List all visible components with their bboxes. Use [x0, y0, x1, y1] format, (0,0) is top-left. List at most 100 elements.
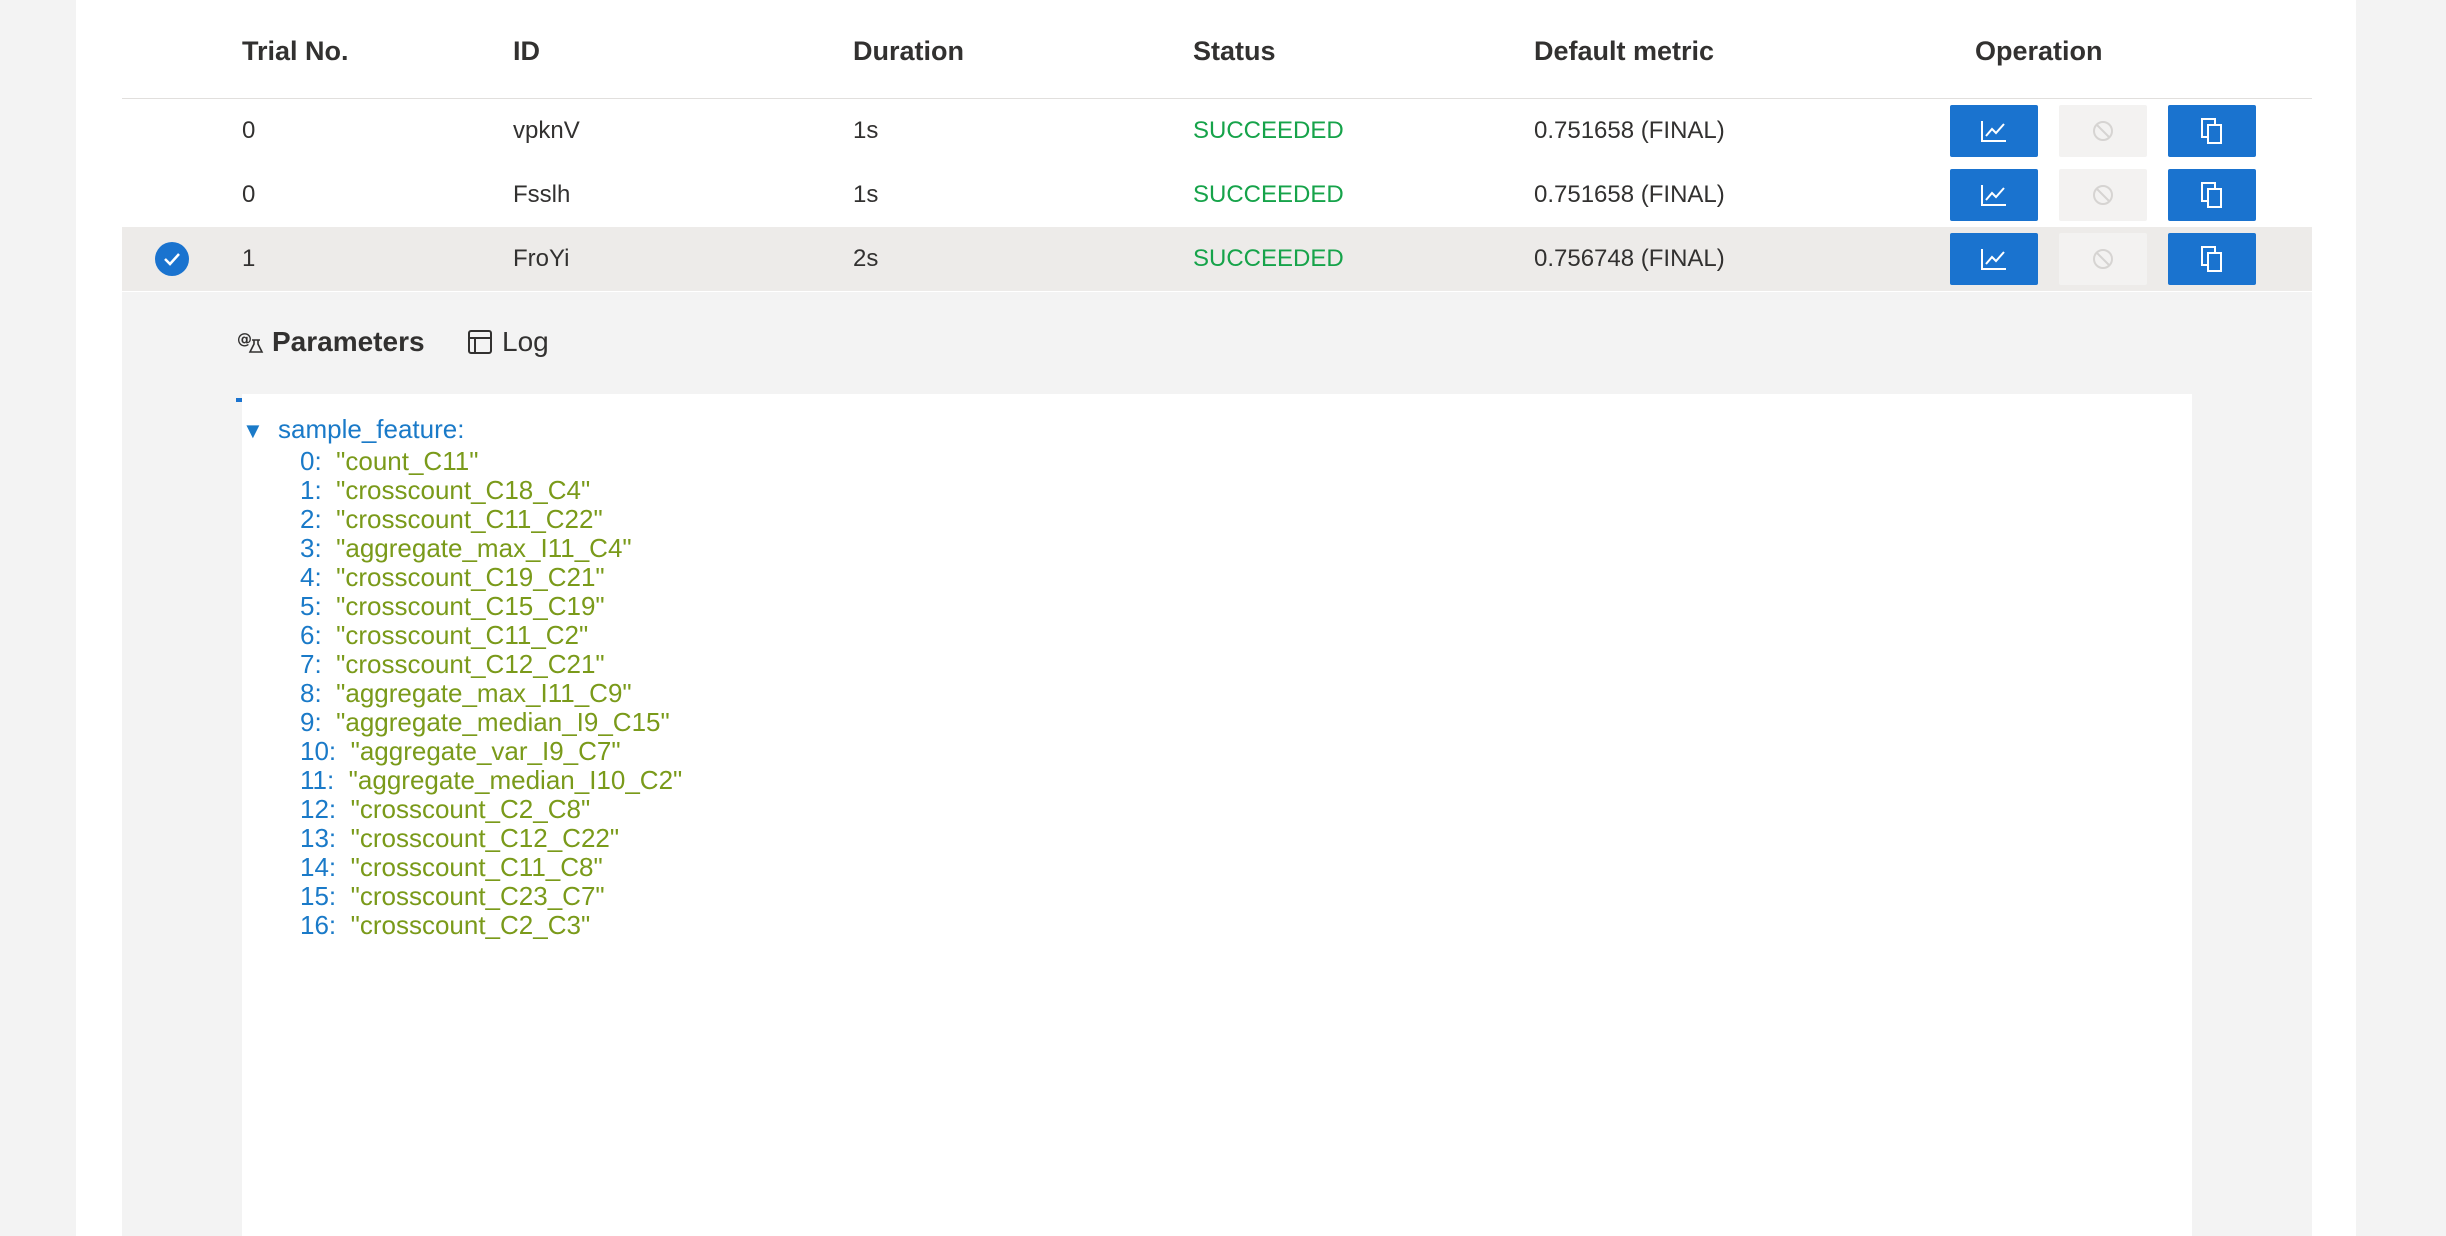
parameters-tree: ▼ sample_feature: 0: "count_C11" 1: "cross… — [242, 394, 2192, 1236]
tree-item: 7: "crosscount_C12_C21" — [300, 649, 605, 680]
tree-item: 16: "crosscount_C2_C3" — [300, 910, 590, 941]
tree-item-key: 10: — [300, 736, 337, 766]
header-default-metric[interactable]: Default metric — [1534, 36, 1714, 67]
trial-id-cell: vpknV — [513, 117, 580, 144]
tree-item-value: "crosscount_C11_C22" — [336, 504, 603, 534]
tab-log[interactable]: Log — [466, 314, 549, 370]
tree-item-value: "aggregate_max_I11_C9" — [336, 678, 632, 708]
metric-cell: 0.756748 (FINAL) — [1534, 245, 1725, 272]
tree-item: 12: "crosscount_C2_C8" — [300, 794, 590, 825]
tab-parameters-label: Parameters — [272, 326, 425, 357]
trial-id-cell: Fsslh — [513, 181, 571, 208]
table-header: Trial No. ID Duration Status Default met… — [122, 0, 2312, 99]
tree-item-value: "aggregate_median_I9_C15" — [336, 707, 670, 737]
status-cell: SUCCEEDED — [1193, 181, 1344, 208]
tree-item: 11: "aggregate_median_I10_C2" — [300, 765, 682, 796]
copy-icon — [2201, 118, 2222, 144]
tree-item-key: 7: — [300, 649, 322, 679]
cancel-icon — [2093, 185, 2113, 205]
kill-trial-button[interactable] — [2059, 233, 2147, 285]
view-metrics-button[interactable] — [1950, 233, 2038, 285]
row-selected-checkmark[interactable] — [155, 242, 189, 276]
copy-trial-button[interactable] — [2168, 169, 2256, 221]
line-chart-icon — [1981, 185, 2006, 206]
table-row[interactable]: 0 vpknV 1s SUCCEEDED 0.751658 (FINAL) — [122, 99, 2312, 163]
line-chart-icon — [1981, 249, 2006, 270]
trial-no-cell: 1 — [242, 245, 256, 272]
tree-item-key: 8: — [300, 678, 322, 708]
tree-item-key: 2: — [300, 504, 322, 534]
tree-item: 14: "crosscount_C11_C8" — [300, 852, 603, 883]
trial-id-cell: FroYi — [513, 245, 570, 272]
kill-trial-button[interactable] — [2059, 169, 2147, 221]
tree-item-value: "aggregate_max_I11_C4" — [336, 533, 632, 563]
line-chart-icon — [1981, 121, 2006, 142]
tree-item-key: 12: — [300, 794, 337, 824]
tree-item-key: 15: — [300, 881, 337, 911]
trial-no-cell: 0 — [242, 181, 256, 208]
tree-item-value: "crosscount_C11_C2" — [336, 620, 589, 650]
tree-item-key: 1: — [300, 475, 322, 505]
status-cell: SUCCEEDED — [1193, 245, 1344, 272]
operation-buttons — [1950, 169, 2256, 221]
copy-trial-button[interactable] — [2168, 105, 2256, 157]
tree-item: 10: "aggregate_var_I9_C7" — [300, 736, 621, 767]
log-icon — [468, 330, 492, 354]
duration-cell: 1s — [853, 181, 879, 208]
trial-no-cell: 0 — [242, 117, 256, 144]
tree-item-value: "aggregate_var_I9_C7" — [350, 736, 621, 766]
header-trial-no[interactable]: Trial No. — [242, 36, 349, 67]
tree-root-key: sample_feature: — [278, 414, 465, 444]
tree-item-key: 13: — [300, 823, 337, 853]
tree-item-value: "crosscount_C2_C8" — [350, 794, 591, 824]
tree-item: 1: "crosscount_C18_C4" — [300, 475, 590, 506]
header-id[interactable]: ID — [513, 36, 540, 67]
view-metrics-button[interactable] — [1950, 169, 2038, 221]
tree-item: 5: "crosscount_C15_C19" — [300, 591, 605, 622]
tree-item: 13: "crosscount_C12_C22" — [300, 823, 619, 854]
tree-root-node[interactable]: ▼ sample_feature: — [242, 414, 464, 445]
tree-item: 4: "crosscount_C19_C21" — [300, 562, 605, 593]
header-operation: Operation — [1975, 36, 2103, 66]
status-cell: SUCCEEDED — [1193, 117, 1344, 144]
duration-cell: 1s — [853, 117, 879, 144]
view-metrics-button[interactable] — [1950, 105, 2038, 157]
tree-item-value: "crosscount_C12_C22" — [350, 823, 620, 853]
table-row[interactable]: 0 Fsslh 1s SUCCEEDED 0.751658 (FINAL) — [122, 163, 2312, 227]
tree-item-key: 14: — [300, 852, 337, 882]
cancel-icon — [2093, 249, 2113, 269]
metric-cell: 0.751658 (FINAL) — [1534, 181, 1725, 208]
tree-item: 0: "count_C11" — [300, 446, 478, 477]
tree-item-key: 11: — [300, 765, 335, 795]
tree-item-key: 16: — [300, 910, 337, 940]
cancel-icon — [2093, 121, 2113, 141]
tab-parameters[interactable]: @ Parameters — [236, 314, 425, 370]
tree-item-value: "crosscount_C2_C3" — [350, 910, 591, 940]
tree-item-key: 0: — [300, 446, 322, 476]
tree-item: 2: "crosscount_C11_C22" — [300, 504, 603, 535]
tree-item: 9: "aggregate_median_I9_C15" — [300, 707, 670, 738]
tree-item: 3: "aggregate_max_I11_C4" — [300, 533, 632, 564]
tree-item-key: 4: — [300, 562, 322, 592]
copy-icon — [2201, 246, 2222, 272]
checkmark-icon — [164, 253, 180, 266]
tree-item-value: "crosscount_C23_C7" — [350, 881, 605, 911]
tree-item-value: "crosscount_C19_C21" — [336, 562, 605, 592]
tree-item-key: 9: — [300, 707, 322, 737]
duration-cell: 2s — [853, 245, 879, 272]
operation-buttons — [1950, 233, 2256, 285]
caret-down-icon[interactable]: ▼ — [242, 418, 278, 444]
tree-item: 8: "aggregate_max_I11_C9" — [300, 678, 632, 709]
trials-table: Trial No. ID Duration Status Default met… — [122, 0, 2312, 291]
tree-item-key: 3: — [300, 533, 322, 563]
header-status[interactable]: Status — [1193, 36, 1276, 67]
tree-item: 15: "crosscount_C23_C7" — [300, 881, 605, 912]
copy-trial-button[interactable] — [2168, 233, 2256, 285]
tree-item-key: 6: — [300, 620, 322, 650]
tree-item-value: "crosscount_C15_C19" — [336, 591, 605, 621]
tree-item-value: "aggregate_median_I10_C2" — [348, 765, 683, 795]
header-duration[interactable]: Duration — [853, 36, 964, 67]
kill-trial-button[interactable] — [2059, 105, 2147, 157]
trial-details: @ Parameters Log ▼ sample_feature: 0: "co… — [122, 292, 2312, 1236]
table-row-selected[interactable]: 1 FroYi 2s SUCCEEDED 0.756748 (FINAL) — [122, 227, 2312, 291]
